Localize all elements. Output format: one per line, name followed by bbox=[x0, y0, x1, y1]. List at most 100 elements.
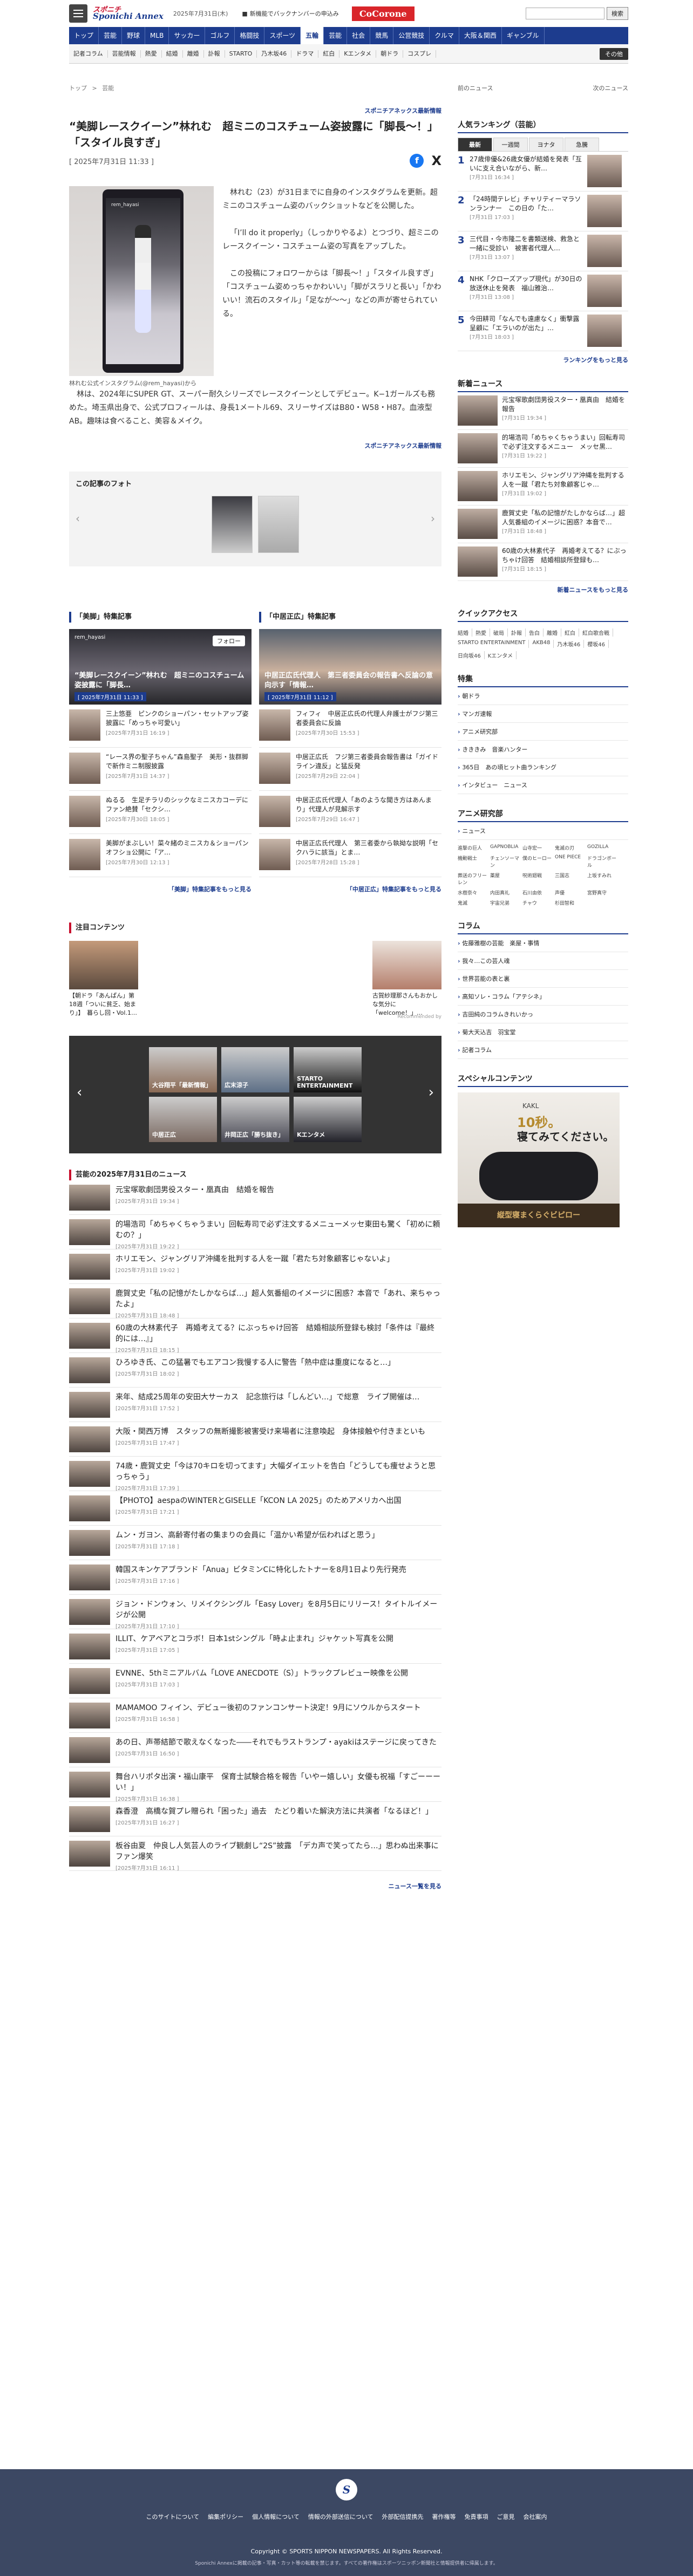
newnews-item[interactable]: 的場浩司「めちゃくちゃうまい」回転寿司で必ず注文するメニュー メッセ黒… [7月3… bbox=[458, 430, 628, 468]
site-logo[interactable]: スポニチ Sponichi Annex bbox=[93, 6, 164, 21]
nav-item[interactable]: ギャンブル bbox=[502, 27, 545, 44]
special-link[interactable]: アニメ研究部 bbox=[458, 723, 628, 741]
feature-item[interactable]: 中居正広氏代理人 第三者委から執拗な説明「セクハラに該当」とま… [2025年7月… bbox=[259, 834, 441, 877]
feature-title[interactable]: 「中居正広」特集記事 bbox=[259, 612, 441, 623]
photo-thumb[interactable] bbox=[212, 496, 253, 553]
column-link[interactable]: 吉田純のコラムきれいかっ bbox=[458, 1006, 628, 1023]
footer-link[interactable]: 著作権等 bbox=[432, 2512, 456, 2521]
column-link[interactable]: 菊大天込吉 羽宝堂 bbox=[458, 1023, 628, 1041]
chevron-right-icon[interactable]: › bbox=[431, 512, 435, 525]
anime-tag[interactable]: 上坂すみれ bbox=[587, 872, 616, 886]
ranking-item[interactable]: 4 NHK「クローズアップ現代」が30日の放送休止を発表 福山雅治… [7月31日 … bbox=[458, 271, 628, 311]
anime-tag[interactable]: GAPNOBLIA bbox=[490, 844, 519, 851]
news-item[interactable]: 舞台ハリポタ出演・福山康平 保育士試験合格を報告「いやー嬉しい」女優も祝福「すご… bbox=[69, 1767, 441, 1802]
nav-item[interactable]: トップ bbox=[69, 27, 99, 44]
special-link[interactable]: 365日 あの頃ヒット曲ランキング bbox=[458, 759, 628, 776]
quick-access-link[interactable]: STARTO ENTERTAINMENT bbox=[458, 640, 529, 648]
anime-tag[interactable]: チェンソーマン bbox=[490, 855, 519, 869]
anime-tag[interactable]: ドラゴンボール bbox=[587, 855, 616, 869]
quick-access-link[interactable]: 日向坂46 bbox=[458, 651, 485, 659]
nav-item[interactable]: ゴルフ bbox=[205, 27, 235, 44]
nav-item[interactable]: 社会 bbox=[347, 27, 371, 44]
attention-item[interactable]: 古賀紗理那さんもおかしな気分に「welcome！」… bbox=[372, 941, 441, 1017]
quick-access-link[interactable]: 離婚 bbox=[547, 628, 561, 637]
ranking-tab[interactable]: 急騰 bbox=[565, 138, 599, 151]
subnav-item[interactable]: 芸能情報 bbox=[108, 50, 141, 58]
anime-tag[interactable]: 石川由依 bbox=[522, 889, 552, 896]
news-item[interactable]: 60歳の大林素代子 再婚考えてる？にぶっちゃけ回答 結婚相談所登録も検討「条件は… bbox=[69, 1318, 441, 1354]
quick-access-link[interactable]: 熱愛 bbox=[475, 628, 490, 637]
newnews-item[interactable]: 鹿賀丈史「私の記憶がたしかならば…」超人気番組のイメージに困惑？本音で… [7月3… bbox=[458, 505, 628, 543]
feature-more-link[interactable]: 「美脚」特集記事をもっと見る bbox=[69, 885, 252, 893]
ranking-item[interactable]: 3 三代目・今市隆二を書類送検、救急と一緒に受診い 被害者代理人… [7月31日 1… bbox=[458, 231, 628, 271]
feature-more-link[interactable]: 「中居正広」特集記事をもっと見る bbox=[259, 885, 441, 893]
nav-item[interactable]: 大阪＆関西 bbox=[459, 27, 502, 44]
nav-item[interactable]: 公営競技 bbox=[393, 27, 430, 44]
news-item[interactable]: 大阪・関西万博 スタッフの無断撮影被害受け来場者に注意喚起 身体接触や付きまとい… bbox=[69, 1422, 441, 1457]
special-link[interactable]: マンガ速報 bbox=[458, 705, 628, 723]
subnav-item[interactable]: STARTO bbox=[225, 50, 257, 58]
news-item[interactable]: EVNNE、5thミニアルバム「LOVE ANECDOTE（S）」トラックプレビ… bbox=[69, 1664, 441, 1698]
quick-access-link[interactable]: 破局 bbox=[493, 628, 508, 637]
column-link[interactable]: 世界芸能の表と裏 bbox=[458, 970, 628, 988]
subnav-item[interactable]: 離婚 bbox=[183, 50, 204, 58]
quick-access-link[interactable]: 紅白 bbox=[565, 628, 579, 637]
nav-item[interactable]: 野球 bbox=[122, 27, 146, 44]
footer-link[interactable]: 免責事項 bbox=[465, 2512, 488, 2521]
subnav-more-button[interactable]: その他 bbox=[600, 47, 628, 60]
anime-tag[interactable]: 進撃の巨人 bbox=[458, 844, 487, 851]
news-list-more[interactable]: ニュース一覧を見る bbox=[69, 1882, 441, 1890]
special-link[interactable]: 朝ドラ bbox=[458, 687, 628, 705]
feature-banner[interactable]: 中居正広氏代理人 第三者委員会の報告書へ反論の意向示す「情報… [ 2025年7… bbox=[259, 629, 441, 705]
cocorone-banner[interactable]: CoCorone bbox=[351, 6, 415, 21]
breadcrumb-current[interactable]: 芸能 bbox=[102, 85, 114, 92]
anime-tag[interactable]: チャウ bbox=[522, 899, 552, 906]
anime-tag[interactable]: 声優 bbox=[555, 889, 584, 896]
feature-item[interactable]: 美脚がまぶしい！菜々緒のミニスカ＆ショーパンオフショ公開に「ア… [2025年7月… bbox=[69, 834, 252, 877]
search-input[interactable] bbox=[526, 8, 604, 19]
anime-tag[interactable]: 内田真礼 bbox=[490, 889, 519, 896]
facebook-icon[interactable]: f bbox=[410, 154, 424, 168]
footer-link[interactable]: 会社案内 bbox=[524, 2512, 547, 2521]
news-item[interactable]: 韓国スキンケアブランド「Anua」ビタミンCに特化したトナーを8月1日より先行発… bbox=[69, 1560, 441, 1595]
search-button[interactable]: 検索 bbox=[607, 7, 628, 20]
anime-tag[interactable]: 水樹奈々 bbox=[458, 889, 487, 896]
anime-tag[interactable]: 山寺宏一 bbox=[522, 844, 552, 851]
anime-tag[interactable]: 鬼滅 bbox=[458, 899, 487, 906]
anime-tag[interactable]: 機動戦士 bbox=[458, 855, 487, 869]
nav-item[interactable]: サッカー bbox=[169, 27, 206, 44]
follow-button[interactable]: フォロー bbox=[213, 636, 245, 646]
news-item[interactable]: 板谷由夏 仲良し人気芸人のライブ観劇し“2S”披露 「デカ声で笑ってたら…」思わ… bbox=[69, 1836, 441, 1871]
newnews-item[interactable]: ホリエモン、ジャングリア沖縄を批判する人を一蹴「君たち対象顧客じゃ… [7月31日… bbox=[458, 468, 628, 505]
nav-item[interactable]: スポーツ bbox=[264, 27, 301, 44]
quick-access-link[interactable]: Kエンタメ bbox=[488, 651, 517, 659]
news-item[interactable]: ひろゆき氏、この猛暑でもエアコン我慢する人に警告「熱中症は重度になると…」 [20… bbox=[69, 1353, 441, 1388]
subnav-item[interactable]: 朝ドラ bbox=[376, 50, 404, 58]
ranking-more[interactable]: ランキングをもっと見る bbox=[458, 356, 628, 364]
nav-item[interactable]: MLB bbox=[145, 27, 169, 44]
anime-tag[interactable]: 鬼滅の刃 bbox=[555, 844, 584, 851]
footer-link[interactable]: ご意見 bbox=[497, 2512, 515, 2521]
subnav-item[interactable]: 紅白 bbox=[318, 50, 340, 58]
quick-access-link[interactable]: AKB48 bbox=[532, 640, 554, 648]
anime-tag[interactable]: GOZILLA bbox=[587, 844, 616, 851]
feature-item[interactable]: ぬるる 生足チラリのシックなミニスカコーデにファン絶賛「セクシ… [2025年7月… bbox=[69, 791, 252, 834]
quick-access-link[interactable]: 紅白歌合戦 bbox=[582, 628, 613, 637]
news-item[interactable]: ILLIT、ケアベアとコラボ！日本1stシングル「時よ止まれ」ジャケット写真を公… bbox=[69, 1629, 441, 1664]
next-news-link[interactable]: 次のニュース bbox=[593, 84, 628, 95]
carousel-item[interactable]: 中居正広 bbox=[149, 1097, 217, 1142]
ranking-item[interactable]: 2 「24時間テレビ」チャリティーマラソンランナー この日の「た… [7月31日 1… bbox=[458, 192, 628, 231]
subnav-item[interactable]: 結婚 bbox=[162, 50, 183, 58]
article-photo[interactable]: rem_hayasi bbox=[69, 186, 214, 376]
feature-item[interactable]: 三上悠亜 ピンクのショーパン・セットアップ姿披露に「めっちゃ可愛い」 [2025年… bbox=[69, 705, 252, 748]
carousel-item[interactable]: Kエンタメ bbox=[294, 1097, 362, 1142]
quick-access-link[interactable]: 訃報 bbox=[511, 628, 526, 637]
quick-access-link[interactable]: 乃木坂46 bbox=[557, 640, 585, 648]
quick-access-link[interactable]: 結婚 bbox=[458, 628, 472, 637]
backnumber-link[interactable]: ■ 新機能でバックナンバーの申込み bbox=[242, 9, 338, 18]
news-item[interactable]: ムン・ガヨン、高齢寄付者の集まりの会員に「温かい希望が伝わればと思う」 [2025… bbox=[69, 1526, 441, 1560]
subnav-item[interactable]: 訃報 bbox=[204, 50, 225, 58]
subnav-item[interactable]: 記者コラム bbox=[69, 50, 108, 58]
chevron-left-icon[interactable]: ‹ bbox=[76, 512, 80, 525]
newnews-item[interactable]: 元宝塚歌劇団男役スター・凰真由 結婚を報告 [7月31日 19:34 ] bbox=[458, 392, 628, 430]
